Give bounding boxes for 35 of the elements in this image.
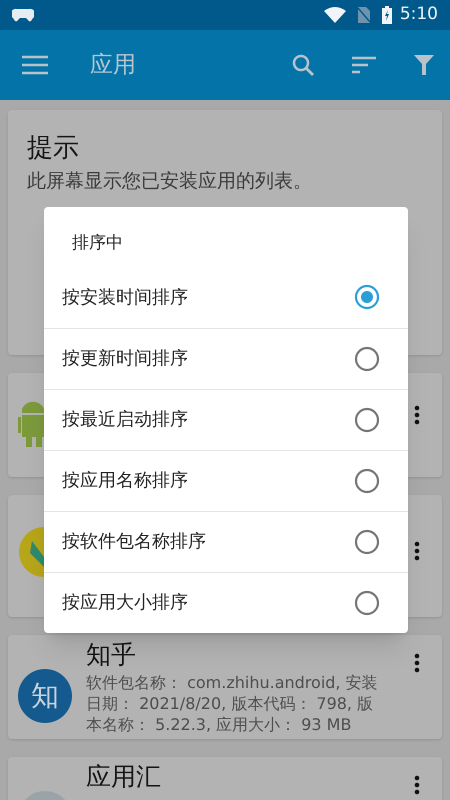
- app-logo-icon: 知: [18, 669, 72, 723]
- app-card[interactable]: 应用汇: [8, 757, 442, 800]
- sort-option[interactable]: 按最近启动排序: [44, 388, 408, 450]
- app-card[interactable]: 知 知乎 软件包名称： com.zhihu.android, 安装日期： 2021/8/20, 版本代码： 798, 版本名称： 5.22.3, 应用大小： 93 MB: [8, 635, 442, 739]
- dialog-title: 排序中: [71, 232, 124, 255]
- app-details: 软件包名称： com.zhihu.android, 安装日期： 2021/8/20, 版本代码： 798, 版本名称： 5.22.3, 应用大小： 93 MB: [86, 672, 379, 736]
- game-controller-icon: [12, 8, 34, 22]
- sort-option[interactable]: 按应用名称排序: [44, 450, 408, 510]
- clock-time: 5:10: [400, 3, 438, 26]
- app-name: 应用汇: [86, 761, 162, 792]
- radio-button[interactable]: [354, 528, 380, 554]
- filter-icon[interactable]: [414, 55, 434, 75]
- radio-button[interactable]: [354, 590, 380, 616]
- no-sim-icon: [358, 7, 370, 23]
- sort-icon[interactable]: [352, 56, 376, 74]
- sort-option[interactable]: 按软件包名称排序: [44, 510, 408, 572]
- sort-option[interactable]: 按应用大小排序: [44, 572, 408, 632]
- radio-button[interactable]: [354, 468, 380, 494]
- toolbar-title: 应用: [90, 50, 136, 80]
- sort-option[interactable]: 按更新时间排序: [44, 328, 408, 388]
- wifi-icon: [324, 7, 346, 23]
- menu-icon[interactable]: [22, 55, 48, 75]
- more-options-icon[interactable]: [414, 541, 420, 561]
- search-icon[interactable]: [292, 54, 314, 76]
- hint-title: 提示: [27, 132, 80, 164]
- hint-text: 此屏幕显示您已安装应用的列表。: [27, 168, 313, 194]
- more-options-icon[interactable]: [414, 775, 420, 795]
- radio-button[interactable]: [354, 284, 380, 310]
- radio-button[interactable]: [354, 346, 380, 372]
- more-options-icon[interactable]: [414, 405, 420, 425]
- app-name: 知乎: [86, 639, 137, 670]
- battery-charging-icon: [382, 6, 392, 24]
- sort-option[interactable]: 按安装时间排序: [44, 266, 408, 328]
- more-options-icon[interactable]: [414, 653, 420, 673]
- radio-button[interactable]: [354, 406, 380, 432]
